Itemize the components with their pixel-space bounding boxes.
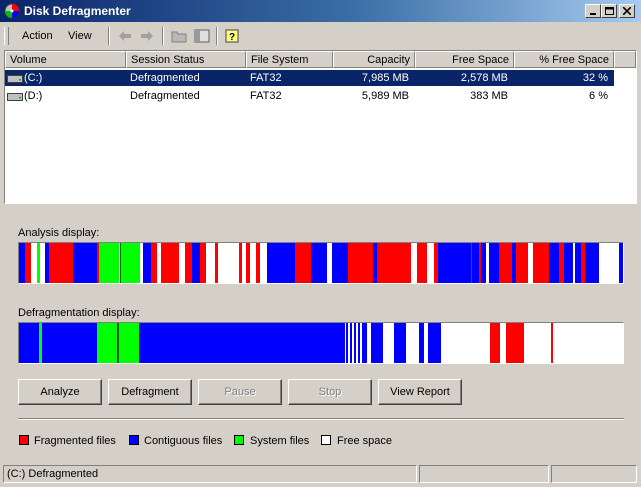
view-report-button[interactable]: View Report bbox=[378, 379, 462, 405]
toolbar-separator bbox=[108, 27, 110, 45]
forward-button[interactable] bbox=[139, 28, 155, 44]
menu-action-label: Action bbox=[22, 30, 53, 42]
back-arrow-icon bbox=[119, 31, 131, 41]
maximize-button[interactable] bbox=[601, 4, 617, 18]
help-button[interactable]: ? bbox=[224, 28, 240, 44]
legend-swatch-contiguous bbox=[129, 435, 139, 445]
free-space: 2,578 MB bbox=[460, 72, 508, 84]
menu-view-label: View bbox=[68, 30, 92, 42]
analysis-display-label: Analysis display: bbox=[18, 227, 100, 239]
legend-swatch-free bbox=[321, 435, 331, 445]
menu-toolbar: Action View ? bbox=[0, 24, 641, 48]
disk-defragmenter-window: Disk Defragmenter Action View ? Volume S… bbox=[0, 0, 641, 487]
status-bar-panel bbox=[419, 465, 549, 483]
back-button[interactable] bbox=[117, 28, 133, 44]
legend-system-label: System files bbox=[250, 435, 310, 447]
defragmentation-display bbox=[18, 322, 624, 364]
help-icon: ? bbox=[225, 29, 239, 43]
minimize-icon bbox=[590, 13, 596, 15]
toolbar-separator bbox=[216, 27, 218, 45]
pct-free-space: 32 % bbox=[582, 72, 608, 84]
session-status: Defragmented bbox=[130, 90, 200, 102]
stop-button[interactable]: Stop bbox=[288, 379, 372, 405]
legend-free-label: Free space bbox=[337, 435, 393, 447]
hard-drive-icon bbox=[7, 93, 23, 101]
toolbar-separator bbox=[162, 27, 164, 45]
legend-contiguous-label: Contiguous files bbox=[144, 435, 223, 447]
session-status: Defragmented bbox=[130, 72, 200, 84]
volume-name: (C:) bbox=[24, 72, 43, 84]
defragmentation-map bbox=[19, 323, 623, 363]
defrag-app-icon bbox=[4, 3, 20, 19]
analysis-map bbox=[19, 243, 623, 283]
column-header-free-space[interactable]: Free Space bbox=[415, 51, 514, 68]
capacity: 5,989 MB bbox=[361, 90, 409, 102]
file-system: FAT32 bbox=[250, 90, 282, 102]
defragment-button[interactable]: Defragment bbox=[108, 379, 192, 405]
volume-name: (D:) bbox=[24, 90, 43, 102]
file-system: FAT32 bbox=[250, 72, 282, 84]
column-header-session-status[interactable]: Session Status bbox=[126, 51, 246, 68]
close-button[interactable] bbox=[619, 4, 635, 18]
folder-icon bbox=[171, 31, 187, 43]
hard-drive-icon bbox=[7, 75, 23, 83]
column-header-filler bbox=[614, 51, 636, 68]
column-header-pct-free-space[interactable]: % Free Space bbox=[514, 51, 614, 68]
up-folder-button[interactable] bbox=[171, 28, 187, 44]
legend-swatch-system bbox=[234, 435, 244, 445]
free-space: 383 MB bbox=[470, 90, 508, 102]
analyze-button[interactable]: Analyze bbox=[18, 379, 102, 405]
toolbar-grip[interactable] bbox=[4, 27, 9, 45]
volume-list[interactable]: Volume Session Status File System Capaci… bbox=[4, 50, 637, 204]
maximize-icon bbox=[604, 7, 614, 15]
pause-button[interactable]: Pause bbox=[198, 379, 282, 405]
console-tree-icon bbox=[194, 29, 210, 43]
legend-fragmented-label: Fragmented files bbox=[34, 435, 116, 447]
svg-text:?: ? bbox=[229, 32, 235, 43]
menu-view[interactable]: View bbox=[68, 30, 92, 42]
capacity: 7,985 MB bbox=[361, 72, 409, 84]
legend-swatch-fragmented bbox=[19, 435, 29, 445]
window-title: Disk Defragmenter bbox=[24, 4, 131, 18]
defragmentation-display-label: Defragmentation display: bbox=[18, 307, 140, 319]
menu-action[interactable]: Action bbox=[22, 30, 53, 42]
close-icon bbox=[623, 7, 631, 15]
analysis-display bbox=[18, 242, 624, 284]
title-bar[interactable]: Disk Defragmenter bbox=[0, 0, 641, 22]
divider bbox=[18, 418, 624, 420]
status-bar-panel bbox=[551, 465, 637, 483]
column-header-volume[interactable]: Volume bbox=[5, 51, 126, 68]
minimize-button[interactable] bbox=[585, 4, 601, 18]
forward-arrow-icon bbox=[141, 31, 153, 41]
column-header-file-system[interactable]: File System bbox=[246, 51, 333, 68]
status-bar-main: (C:) Defragmented bbox=[3, 465, 417, 483]
volume-row[interactable]: (D:) Defragmented FAT32 5,989 MB 383 MB … bbox=[5, 88, 614, 104]
volume-row[interactable]: (C:) Defragmented FAT32 7,985 MB 2,578 M… bbox=[5, 70, 614, 86]
pct-free-space: 6 % bbox=[589, 90, 608, 102]
show-hide-tree-button[interactable] bbox=[194, 28, 210, 44]
column-header-capacity[interactable]: Capacity bbox=[333, 51, 415, 68]
